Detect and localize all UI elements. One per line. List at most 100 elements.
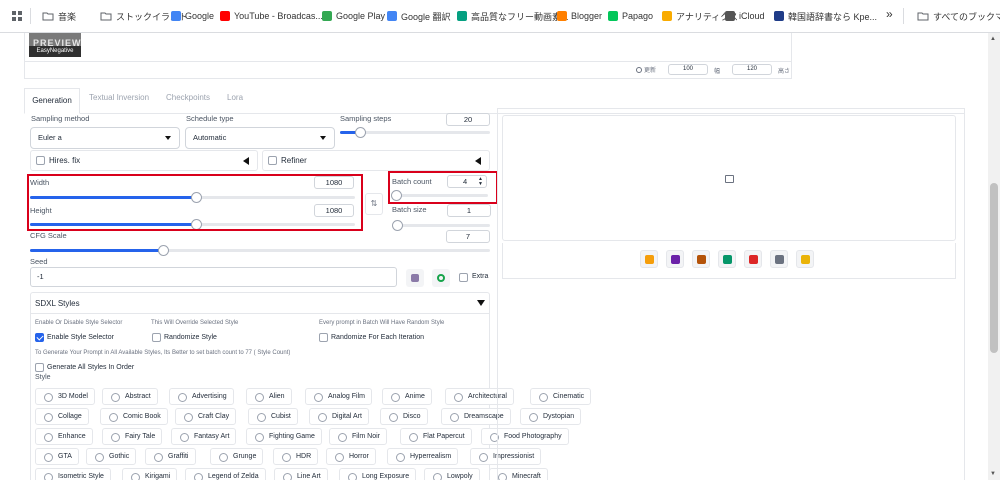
seed-input[interactable]: -1 [30,267,397,287]
tab-lora[interactable]: Lora [227,93,243,102]
style-option[interactable]: Analog Film [305,388,372,405]
all-bookmarks-button[interactable]: すべてのブックマーク [917,9,1000,23]
refresh-button[interactable]: 更新 [636,65,656,74]
slider-handle[interactable] [392,220,403,231]
scroll-down-icon[interactable]: ▼ [990,471,996,477]
style-option[interactable]: Film Noir [329,428,387,445]
sampling-steps-input[interactable]: 20 [446,113,490,126]
style-option[interactable]: Kirigami [122,468,178,480]
bookmark-item[interactable]: Google Play [322,9,385,23]
style-option[interactable]: Digital Art [309,408,369,425]
random-seed-button[interactable] [406,269,424,287]
extra-seed-checkbox[interactable] [459,273,468,282]
style-option[interactable]: Long Exposure [339,468,417,480]
bookmark-item[interactable]: Google [171,9,214,23]
style-option[interactable]: Enhance [35,428,93,445]
bookmark-item[interactable]: Google 翻訳 [387,9,451,23]
randomize-style-checkbox[interactable] [152,333,161,342]
refiner-checkbox[interactable] [268,156,277,165]
sparkle-button[interactable] [796,250,814,268]
bookmark-item[interactable]: 高品質なフリー動画素... [457,9,569,23]
bookmark-item[interactable]: YouTube - Broadcas... [220,9,323,23]
style-option[interactable]: Alien [246,388,292,405]
tab-generation[interactable]: Generation [24,88,80,114]
batch-size-slider[interactable] [392,220,490,231]
style-option[interactable]: Fairy Tale [102,428,163,445]
slider-handle[interactable] [354,127,366,138]
collapse-arrow-icon[interactable] [477,300,485,306]
randomize-each-iteration-checkbox[interactable] [319,333,328,342]
extras-send-button[interactable] [770,250,788,268]
video-site-icon [457,11,467,21]
folder-icon [100,10,112,22]
style-option[interactable]: 3D Model [35,388,95,405]
enable-style-selector-checkbox[interactable] [35,333,44,342]
refiner-panel[interactable]: Refiner [262,150,490,171]
style-option[interactable]: Gothic [86,448,137,465]
tab-textual-inversion[interactable]: Textual Inversion [89,93,149,102]
schedule-type-dropdown[interactable]: Automatic [185,127,335,149]
style-option[interactable]: Abstract [102,388,158,405]
style-option[interactable]: HDR [273,448,319,465]
cfg-scale-slider[interactable] [30,245,490,256]
bookmarks-overflow-button[interactable]: » [886,7,893,21]
slider-handle[interactable] [158,245,170,256]
bookmark-label: iCloud [739,11,765,21]
bookmark-item[interactable]: Blogger [557,9,602,23]
collapse-arrow-icon[interactable] [475,157,481,165]
tab-checkpoints[interactable]: Checkpoints [166,93,210,102]
scrollbar-thumb[interactable] [990,183,998,353]
batch-size-input[interactable]: 1 [447,204,491,217]
style-option[interactable]: Disco [380,408,428,425]
apps-grid-icon[interactable] [12,9,23,23]
style-option[interactable]: Craft Clay [175,408,237,425]
image-send-button[interactable] [718,250,736,268]
style-option[interactable]: Line Art [274,468,328,480]
style-option[interactable]: Horror [326,448,376,465]
all-bookmarks-label: すべてのブックマーク [933,11,1000,22]
sampling-steps-slider[interactable] [340,127,490,138]
style-option[interactable]: Lowpoly [424,468,480,480]
bookmark-label: 高品質なフリー動画素... [471,11,569,22]
cfg-scale-input[interactable]: 7 [446,230,490,243]
style-option[interactable]: GTA [35,448,79,465]
reuse-seed-button[interactable] [432,269,450,287]
sampling-method-dropdown[interactable]: Euler a [30,127,180,149]
dictionary-icon [774,11,784,21]
style-option[interactable]: Collage [35,408,89,425]
style-option[interactable]: Isometric Style [35,468,111,480]
page-scrollbar[interactable]: ▲ ▼ [988,33,1000,480]
style-option[interactable]: Flat Papercut [400,428,472,445]
bookmark-item[interactable]: Papago [608,9,653,23]
hires-fix-panel[interactable]: Hires. fix [30,150,258,171]
hires-fix-checkbox[interactable] [36,156,45,165]
zip-button[interactable] [692,250,710,268]
blogger-icon [557,11,567,21]
style-option[interactable]: Legend of Zelda [185,468,266,480]
save-button[interactable] [666,250,684,268]
style-option[interactable]: Anime [382,388,432,405]
card-width-input[interactable]: 100 [668,64,708,75]
bookmark-item[interactable]: 韓国語辞書なら Kpe... [774,9,877,23]
style-option[interactable]: Grunge [210,448,264,465]
folder-button[interactable] [640,250,658,268]
chevron-down-icon [320,136,326,140]
scroll-up-icon[interactable]: ▲ [990,36,996,42]
collapse-arrow-icon[interactable] [243,157,249,165]
style-option[interactable]: Fantasy Art [171,428,237,445]
style-option[interactable]: Fighting Game [246,428,322,445]
generate-all-styles-checkbox[interactable] [35,363,44,372]
bookmark-label: YouTube - Broadcas... [234,11,323,21]
style-option[interactable]: Advertising [169,388,234,405]
randomize-each-iteration-label: Randomize For Each Iteration [331,334,424,341]
style-option[interactable]: Graffiti [145,448,196,465]
inpaint-send-button[interactable] [744,250,762,268]
bookmark-item[interactable]: iCloud [725,9,765,23]
style-option[interactable]: Hyperrealism [387,448,459,465]
inpaint-send-icon [749,255,758,264]
style-option[interactable]: Cubist [248,408,298,425]
style-option[interactable]: Comic Book [100,408,168,425]
card-height-input[interactable]: 120 [732,64,772,75]
swap-dimensions-button[interactable]: ⇅ [365,193,383,215]
bookmark-item[interactable]: 音楽 [42,9,76,23]
